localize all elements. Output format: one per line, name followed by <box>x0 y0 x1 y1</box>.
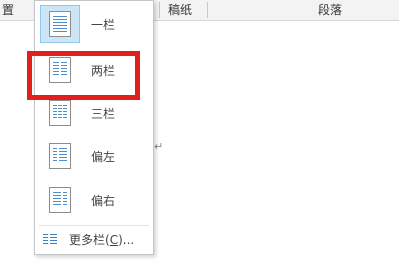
menu-item-three-columns[interactable]: 三栏 <box>35 91 153 134</box>
one-column-icon <box>40 5 80 43</box>
more-columns-label: 更多栏(C)... <box>69 233 135 247</box>
ribbon-group-label-paragraph: 段落 <box>318 3 343 17</box>
ribbon-group-label-left: 置 <box>2 3 15 17</box>
menu-item-label: 两栏 <box>91 64 116 78</box>
menu-item-label: 偏左 <box>91 150 116 164</box>
two-columns-icon <box>40 51 80 89</box>
menu-item-label: 三栏 <box>91 107 116 121</box>
three-columns-icon <box>40 94 80 132</box>
right-column-icon <box>40 181 80 219</box>
columns-dropdown-menu: 一栏 两栏 三栏 偏左 偏右 更多栏(C)... <box>34 0 154 255</box>
more-columns-icon <box>43 234 57 244</box>
menu-item-two-columns[interactable]: 两栏 <box>35 48 153 91</box>
paragraph-mark: ↵ <box>154 140 164 153</box>
menu-separator <box>39 225 149 226</box>
ribbon-divider <box>159 2 160 18</box>
menu-item-left-column[interactable]: 偏左 <box>35 134 153 177</box>
left-column-icon <box>40 137 80 175</box>
menu-item-more-columns[interactable]: 更多栏(C)... <box>35 227 153 251</box>
ribbon-group-label-manuscript: 稿纸 <box>168 3 193 17</box>
menu-item-one-column[interactable]: 一栏 <box>35 2 153 45</box>
menu-item-label: 偏右 <box>91 194 116 208</box>
menu-item-right-column[interactable]: 偏右 <box>35 178 153 221</box>
ribbon-divider <box>207 2 208 18</box>
menu-item-label: 一栏 <box>91 18 116 32</box>
